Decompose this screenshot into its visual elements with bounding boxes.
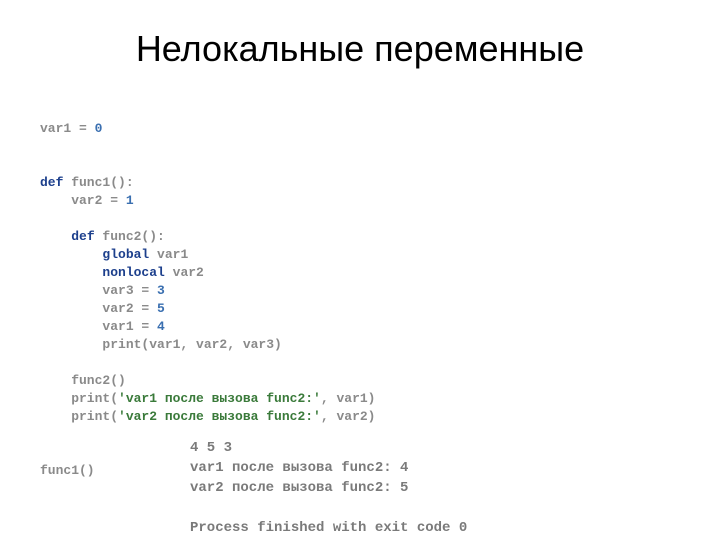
slide: Нелокальные переменные var1 = 0 def func…	[0, 0, 720, 540]
slide-title: Нелокальные переменные	[0, 28, 720, 70]
code-line: def func1():	[40, 175, 134, 190]
code-line: global var1	[40, 247, 188, 262]
code-line: print(var1, var2, var3)	[40, 337, 282, 352]
code-line: print('var2 после вызова func2:', var2)	[40, 409, 375, 424]
code-line: var1 = 0	[40, 121, 102, 136]
code-line: func2()	[40, 373, 126, 388]
code-line: def func2():	[40, 229, 165, 244]
output-line: var1 после вызова func2: 4	[190, 460, 408, 476]
output-block: 4 5 3 var1 после вызова func2: 4 var2 по…	[190, 438, 467, 538]
code-line: var3 = 3	[40, 283, 165, 298]
code-line: var2 = 1	[40, 193, 134, 208]
code-line: print('var1 после вызова func2:', var1)	[40, 391, 375, 406]
code-block: var1 = 0 def func1(): var2 = 1 def func2…	[40, 120, 375, 480]
code-line: nonlocal var2	[40, 265, 204, 280]
output-line: 4 5 3	[190, 440, 232, 456]
code-line: func1()	[40, 463, 95, 478]
code-line: var1 = 4	[40, 319, 165, 334]
code-line: var2 = 5	[40, 301, 165, 316]
output-line: var2 после вызова func2: 5	[190, 480, 408, 496]
output-line: Process finished with exit code 0	[190, 520, 467, 536]
